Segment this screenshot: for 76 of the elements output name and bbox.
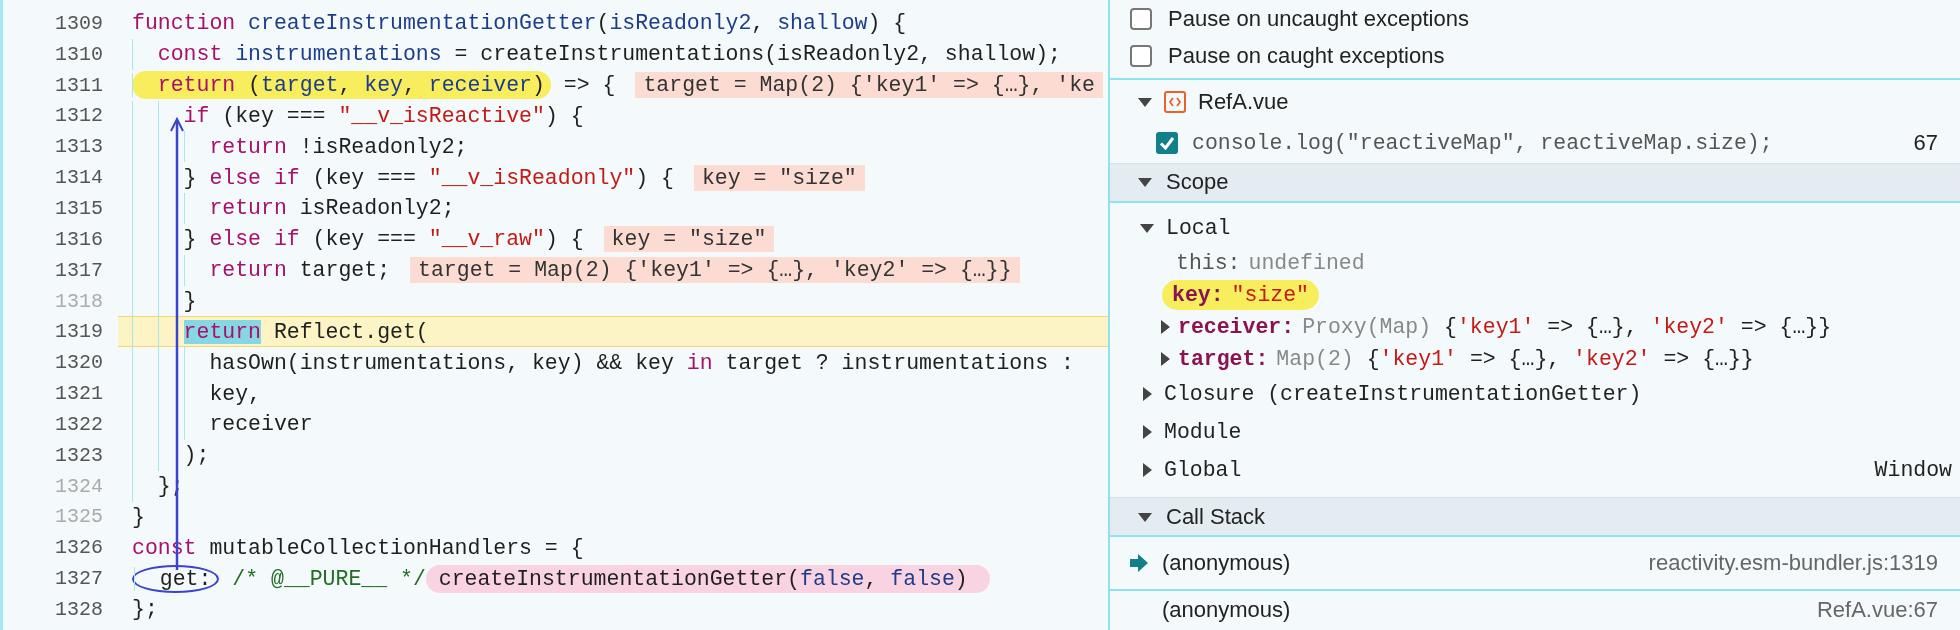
file-name[interactable]: RefA.vue — [1198, 88, 1289, 115]
checkbox[interactable] — [1156, 131, 1178, 154]
property-name: this: — [1176, 251, 1241, 276]
frame-location[interactable]: RefA.vue:67 — [1816, 597, 1938, 624]
property-value: Proxy(Map) {'key1' => {…}, 'key2' => {…}} — [1302, 315, 1832, 340]
code-line: if (key === "__v_isReactive") { — [132, 100, 584, 132]
code-line: return isReadonly2; — [132, 193, 455, 224]
code-line: return !isReadonly2; — [132, 131, 468, 163]
triangle-right-icon[interactable] — [1140, 425, 1152, 440]
section-title: Call Stack — [1166, 503, 1266, 530]
line-number: 1311 — [54, 72, 104, 99]
code-line: receiver — [132, 408, 313, 440]
option-label: Pause on caught exceptions — [1168, 42, 1445, 69]
line-number: 1319 — [54, 319, 104, 346]
code-line: const instrumentations = createInstrumentations(isReadonly2, shallow); — [132, 38, 1061, 70]
line-number: 1312 — [54, 103, 104, 130]
section-header[interactable]: Call Stack — [1110, 497, 1960, 538]
scope-value: Window — [1874, 458, 1952, 483]
scope-label: Local — [1166, 216, 1231, 241]
line-number: 1318 — [54, 288, 104, 315]
property-name: target: — [1178, 347, 1269, 372]
line-number: 1325 — [54, 504, 104, 531]
triangle-right-icon[interactable] — [1140, 387, 1152, 402]
triangle-right-icon[interactable] — [1140, 463, 1152, 478]
option-label: Pause on uncaught exceptions — [1168, 5, 1469, 32]
line-number: 1326 — [54, 535, 104, 562]
triangle-right-icon[interactable] — [1158, 320, 1170, 335]
property-value: "size" — [1231, 283, 1310, 308]
code-line: hasOwn(instrumentations, key) && key in target ? instrumentations : — [132, 347, 1074, 379]
code-line: return (target, key, receiver) => { — [132, 69, 616, 101]
line-number: 1321 — [54, 381, 104, 408]
code-line: ); — [132, 439, 210, 471]
code-line: return target; — [132, 254, 391, 286]
line-number: 1314 — [54, 165, 104, 192]
section-header[interactable]: Scope — [1110, 162, 1960, 204]
inline-value: target = Map(2) {'key1' => {…}, 'ke — [635, 72, 1103, 99]
inline-value: key = "size" — [693, 164, 865, 191]
triangle-right-icon[interactable] — [1158, 352, 1170, 367]
code-line: } else if (key === "__v_raw") { — [132, 223, 584, 255]
line-number: 1313 — [54, 134, 104, 161]
code-line: } else if (key === "__v_isReadonly") { — [132, 162, 674, 194]
scope-label: Module — [1164, 420, 1242, 445]
scope-label: Global — [1164, 458, 1242, 483]
property-value: Map(2) {'key1' => {…}, 'key2' => {…}} — [1276, 347, 1754, 372]
line-number: 67 — [1913, 129, 1939, 156]
line-number: 1322 — [54, 411, 104, 438]
inline-value: key = "size" — [603, 226, 775, 253]
frame-name[interactable]: (anonymous) — [1162, 550, 1291, 576]
scope-label: Closure (createInstrumentationGetter) — [1164, 382, 1642, 407]
property-name: key: — [1172, 283, 1224, 308]
code-line: key, — [132, 378, 261, 409]
file-icon — [1164, 90, 1186, 113]
code-line: } — [132, 503, 145, 531]
line-number: 1328 — [54, 596, 104, 623]
checkbox[interactable] — [1130, 7, 1152, 30]
line-number: 1324 — [54, 473, 104, 500]
code-line: function createInstrumentationGetter(isReadonly2, shallow) { — [132, 10, 907, 38]
line-number: 1317 — [54, 257, 104, 284]
frame-name[interactable]: (anonymous) — [1162, 597, 1291, 624]
checkbox[interactable] — [1130, 44, 1152, 67]
line-number: 1310 — [54, 41, 104, 68]
line-number: 1309 — [54, 10, 104, 37]
inline-value: target = Map(2) {'key1' => {…}, 'key2' => {…}} — [410, 257, 1020, 284]
breakpoint-code[interactable]: console.log("reactiveMap", reactiveMap.size); — [1192, 130, 1900, 155]
section-title: Scope — [1166, 169, 1229, 196]
line-number: 1315 — [54, 196, 104, 222]
code-line: get: /* @__PURE__ */ createInstrumentationGetter(false, false) — [132, 563, 990, 595]
property-value: undefined — [1248, 251, 1365, 276]
property-name: receiver: — [1178, 315, 1295, 340]
code-line: }; — [132, 596, 158, 624]
line-number: 1316 — [54, 226, 104, 253]
line-number: 1327 — [54, 566, 104, 593]
code-line: return Reflect.get( — [132, 317, 429, 347]
line-number: 1320 — [54, 350, 104, 377]
line-number: 1323 — [54, 442, 104, 469]
frame-location[interactable]: reactivity.esm-bundler.js:1319 — [1648, 550, 1938, 576]
